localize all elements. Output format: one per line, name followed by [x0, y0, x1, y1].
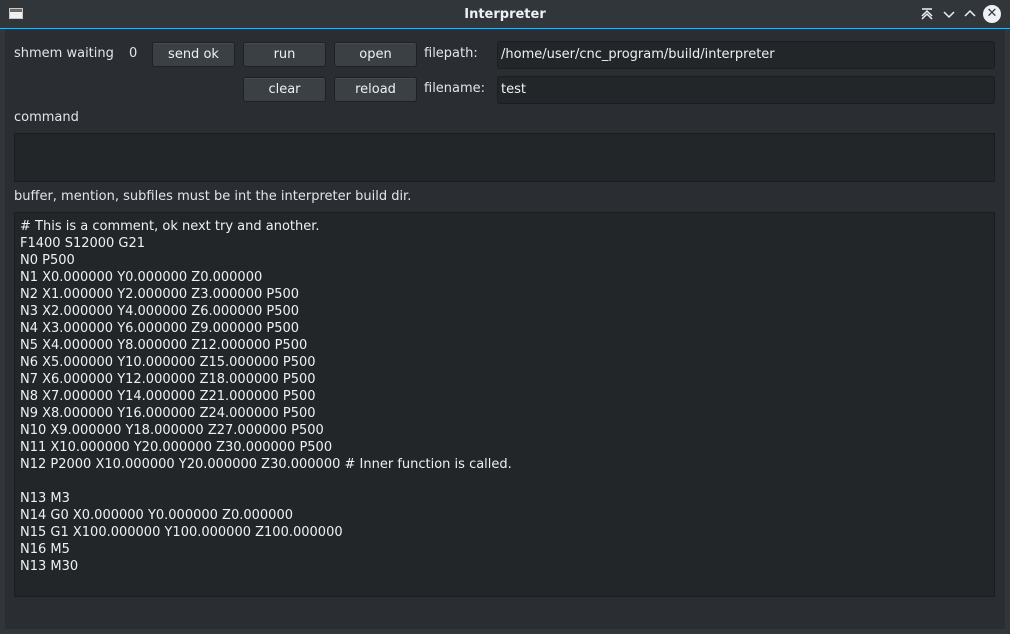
code-line: N13 M30 [20, 559, 79, 574]
build-dir-notice: buffer, mention, subfiles must be int th… [14, 189, 412, 204]
shmem-count: 0 [129, 46, 138, 61]
code-line: N9 X8.000000 Y16.000000 Z24.000000 P500 [20, 406, 316, 421]
filename-field[interactable]: test [497, 76, 995, 104]
window-border-left [0, 29, 5, 634]
window-border-right [1005, 29, 1010, 634]
filepath-label: filepath: [424, 46, 478, 61]
code-line: N13 M3 [20, 491, 70, 506]
code-line: N2 X1.000000 Y2.000000 Z3.000000 P500 [20, 287, 300, 302]
code-line: N10 X9.000000 Y18.000000 Z27.000000 P500 [20, 423, 324, 438]
code-line: N8 X7.000000 Y14.000000 Z21.000000 P500 [20, 389, 316, 404]
window-border-bottom [0, 629, 1010, 634]
code-line: N12 P2000 X10.000000 Y20.000000 Z30.0000… [20, 457, 512, 472]
code-line: N3 X2.000000 Y4.000000 Z6.000000 P500 [20, 304, 300, 319]
minimize-icon[interactable] [941, 6, 957, 22]
code-line: N16 M5 [20, 542, 70, 557]
code-line: F1400 S12000 G21 [20, 236, 146, 251]
code-line: N14 G0 X0.000000 Y0.000000 Z0.000000 [20, 508, 293, 523]
maximize-icon[interactable] [962, 6, 978, 22]
code-line: N5 X4.000000 Y8.000000 Z12.000000 P500 [20, 338, 308, 353]
open-button[interactable]: open [334, 42, 417, 67]
code-line: N0 P500 [20, 253, 75, 268]
window-title: Interpreter [464, 7, 546, 22]
run-button[interactable]: run [243, 42, 326, 67]
reload-button[interactable]: reload [334, 77, 417, 102]
keep-above-icon[interactable] [919, 6, 935, 22]
shmem-waiting-label: shmem waiting [14, 46, 114, 61]
title-bar: Interpreter ✕ [0, 0, 1010, 29]
filename-label: filename: [424, 81, 486, 96]
close-icon[interactable]: ✕ [983, 5, 1001, 23]
code-line: N7 X6.000000 Y12.000000 Z18.000000 P500 [20, 372, 316, 387]
code-line: N6 X5.000000 Y10.000000 Z15.000000 P500 [20, 355, 316, 370]
code-line: N4 X3.000000 Y6.000000 Z9.000000 P500 [20, 321, 300, 336]
command-input[interactable] [14, 133, 995, 182]
code-line: N1 X0.000000 Y0.000000 Z0.000000 [20, 270, 263, 285]
program-editor[interactable]: # This is a comment, ok next try and ano… [14, 212, 995, 597]
command-label: command [14, 110, 79, 125]
filepath-field[interactable]: /home/user/cnc_program/build/interpreter [497, 41, 995, 69]
clear-button[interactable]: clear [243, 77, 326, 102]
code-line: # This is a comment, ok next try and ano… [20, 219, 320, 234]
send-ok-button[interactable]: send ok [152, 42, 235, 67]
code-line: N11 X10.000000 Y20.000000 Z30.000000 P50… [20, 440, 333, 455]
code-line: N15 G1 X100.000000 Y100.000000 Z100.0000… [20, 525, 343, 540]
